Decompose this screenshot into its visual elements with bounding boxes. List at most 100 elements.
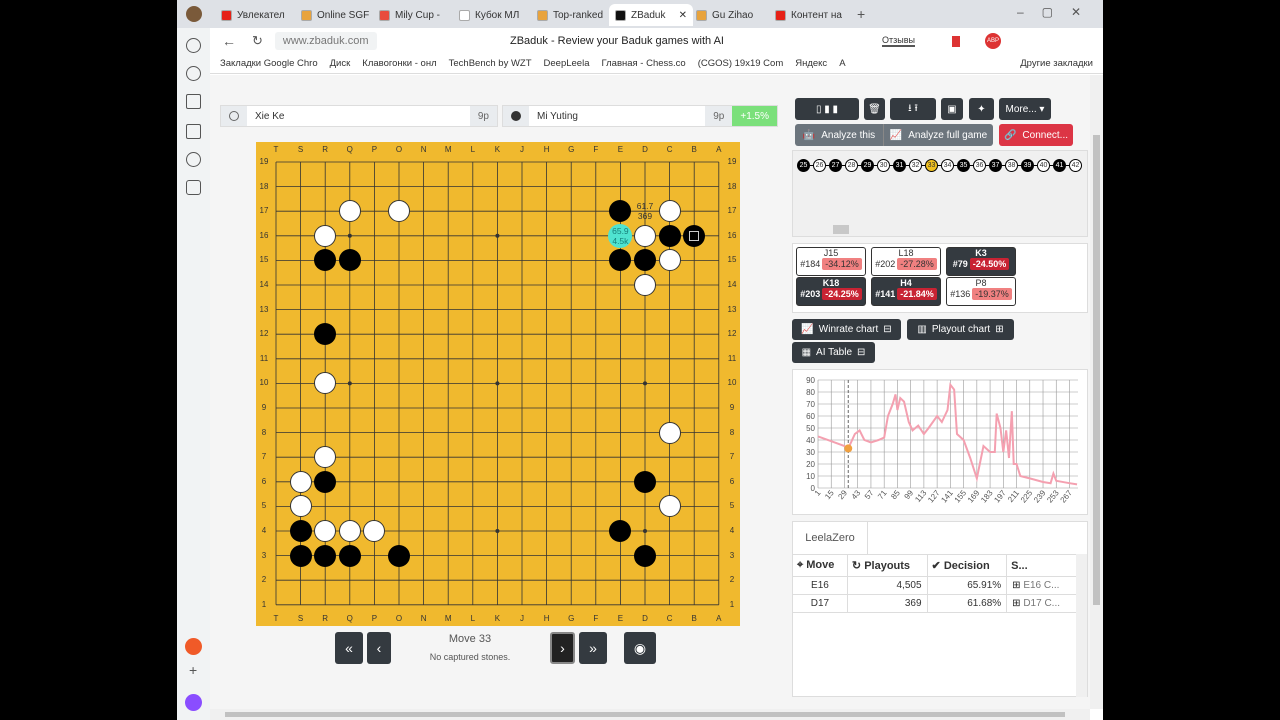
white-player-name[interactable]: Xie Ke (247, 106, 470, 126)
more-dropdown[interactable]: More... ▾ (999, 98, 1051, 120)
history-icon[interactable] (186, 66, 201, 81)
col-sequence[interactable]: S... (1006, 555, 1077, 577)
expand-icon[interactable]: ⊞ (1012, 598, 1023, 609)
new-tab-button[interactable]: + (857, 6, 865, 22)
col-decision[interactable]: ✔ Decision (927, 555, 1008, 577)
collections-icon[interactable] (186, 124, 201, 139)
move-node[interactable]: 39 (1021, 159, 1034, 172)
next-move-button[interactable]: › (550, 632, 575, 664)
add-icon[interactable]: + (189, 662, 197, 678)
tab-6[interactable]: Gu Zihao (690, 4, 766, 26)
notes-icon[interactable] (186, 180, 201, 195)
col-label: M (444, 614, 452, 623)
reviews-button[interactable]: Отзывы (882, 35, 915, 47)
move-node[interactable]: 34 (941, 159, 954, 172)
reload-icon[interactable]: ↻ (252, 33, 263, 49)
tab-0[interactable]: Увлекател (215, 4, 291, 26)
move-node[interactable]: 25 (797, 159, 810, 172)
tab-1[interactable]: Online SGF (295, 4, 371, 26)
mistake-card[interactable]: K18 #203 -24.25% (796, 277, 866, 306)
move-node[interactable]: 35 (957, 159, 970, 172)
candidate-move[interactable]: 61.7 369 (633, 199, 657, 223)
go-board[interactable]: T T S S R R Q Q P P O O N N M M L L K K J J H H G G F F E E D D C C B B A A 19… (256, 142, 740, 626)
adblock-icon[interactable]: ABP (985, 33, 1001, 49)
ai-table-toggle[interactable]: ▦ AI Table ⊟ (792, 342, 875, 363)
url-field[interactable]: www.zbaduk.com (274, 32, 377, 50)
bookmark-item[interactable]: Диск (330, 58, 351, 69)
tab-3[interactable]: Кубок МЛ (453, 4, 529, 26)
mistake-card[interactable]: H4 #141 -21.84% (871, 277, 941, 306)
tab-2[interactable]: Mily Cup - (373, 4, 449, 26)
bookmark-item[interactable]: Клавогонки - онл (362, 58, 436, 69)
tab-leelazero[interactable]: LeelaZero (793, 522, 868, 554)
move-node[interactable]: 26 (813, 159, 826, 172)
move-node[interactable]: 29 (861, 159, 874, 172)
move-node[interactable]: 42 (1069, 159, 1082, 172)
analyze-full-game-button[interactable]: 📈 Analyze full game (883, 124, 993, 146)
video-icon[interactable] (186, 152, 201, 167)
bookmark-item[interactable]: Закладки Google Chro (220, 58, 318, 69)
alice-icon[interactable] (185, 694, 202, 711)
col-move[interactable]: ⌖ Move (793, 555, 848, 577)
tab-7[interactable]: Контент на (769, 4, 845, 26)
move-node[interactable]: 31 (893, 159, 906, 172)
tab-4[interactable]: Top-ranked (531, 4, 607, 26)
other-bookmarks[interactable]: Другие закладки (1020, 58, 1093, 69)
table-row[interactable]: E16 4,505 65.91% ⊞ E16 C... (793, 576, 1077, 595)
winrate-chart-toggle[interactable]: 📈 Winrate chart ⊟ (792, 319, 901, 340)
bookmark-item[interactable]: Главная - Chess.co (602, 58, 686, 69)
move-list[interactable]: 25 26 27 28 29 30 31 32 33 34 35 36 37 38 39 40 41 42 (792, 150, 1088, 237)
move-node[interactable]: 38 (1005, 159, 1018, 172)
black-stone (338, 544, 361, 567)
eye-button[interactable]: ◉ (624, 632, 656, 664)
move-node[interactable]: 28 (845, 159, 858, 172)
mistake-card[interactable]: J15 #184 -34.12% (796, 247, 866, 276)
page-horizontal-scrollbar[interactable] (210, 709, 1090, 720)
mistake-card[interactable]: L18 #202 -27.28% (871, 247, 941, 276)
move-node[interactable]: 40 (1037, 159, 1050, 172)
page-scrollbar[interactable] (1090, 75, 1103, 709)
bookmark-item[interactable]: (CGOS) 19x19 Com (698, 58, 784, 69)
move-node[interactable]: 30 (877, 159, 890, 172)
close-tab-icon[interactable]: ✕ (679, 10, 687, 21)
move-node[interactable]: 36 (973, 159, 986, 172)
playout-chart-toggle[interactable]: ▥ Playout chart ⊞ (907, 319, 1014, 340)
move-node[interactable]: 33 (925, 159, 938, 172)
move-node[interactable]: 37 (989, 159, 1002, 172)
mistake-card[interactable]: K3 #79 -24.50% (946, 247, 1016, 276)
app-icon[interactable] (185, 638, 202, 655)
star-icon[interactable] (186, 94, 201, 109)
bookmark-item[interactable]: DeepLeela (544, 58, 590, 69)
save-button[interactable]: ▣ (941, 98, 963, 120)
delete-button[interactable]: 🗑 (864, 98, 885, 120)
bookmark-icon[interactable] (952, 35, 960, 47)
last-move-button[interactable]: » (579, 632, 607, 664)
back-icon[interactable]: ← (222, 33, 236, 49)
table-row[interactable]: D17 369 61.68% ⊞ D17 C... (793, 594, 1077, 613)
candidate-move[interactable]: 65.9 4.5k (608, 223, 633, 248)
mistake-card[interactable]: P8 #136 -19.37% (946, 277, 1016, 306)
move-node[interactable]: 27 (829, 159, 842, 172)
share-button[interactable]: ✦ (969, 98, 994, 120)
window-controls[interactable]: –▢✕ (1017, 5, 1099, 19)
bookmark-item[interactable]: A (839, 58, 845, 69)
table-scrollbar[interactable] (1076, 554, 1087, 697)
prev-move-button[interactable]: ‹ (367, 632, 391, 664)
current-move-point[interactable] (844, 444, 853, 453)
col-playouts[interactable]: ↻ Playouts (847, 555, 928, 577)
connect-button[interactable]: 🔗 Connect... (999, 124, 1073, 146)
expand-icon[interactable]: ⊞ (1012, 580, 1023, 591)
bell-icon[interactable] (186, 38, 201, 53)
move-node[interactable]: 32 (909, 159, 922, 172)
horizontal-scrollbar-thumb[interactable] (833, 225, 849, 234)
analyze-this-button[interactable]: 🤖 Analyze this (795, 124, 883, 146)
download-upload-buttons[interactable]: ⭳ ⭱ (890, 98, 936, 120)
black-player-name[interactable]: Mi Yuting (529, 106, 705, 126)
bookmark-item[interactable]: TechBench by WZT (449, 58, 532, 69)
bookmark-item[interactable]: Яндекс (795, 58, 827, 69)
profile-avatar[interactable] (186, 6, 202, 22)
tab-5[interactable]: ZBaduk ✕ (609, 4, 693, 26)
move-node[interactable]: 41 (1053, 159, 1066, 172)
file-buttons[interactable]: ▯ ▮ ▮ (795, 98, 859, 120)
first-move-button[interactable]: « (335, 632, 363, 664)
